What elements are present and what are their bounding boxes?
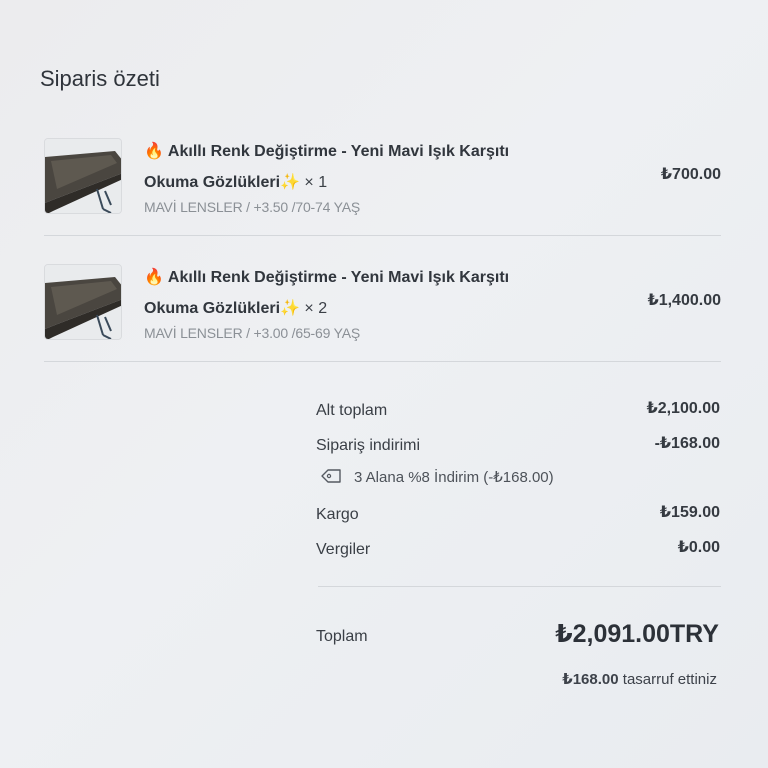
sparkle-icon: ✨ [280, 174, 300, 191]
fire-icon: 🔥 [144, 269, 164, 286]
taxes-label: Vergiler [316, 541, 371, 558]
order-discount-row: Sipariş indirimi -₺168.00 [316, 435, 720, 459]
shipping-label: Kargo [316, 506, 359, 523]
total-label: Toplam [316, 628, 368, 645]
order-summary-page: Siparis özeti 🔥 Akıllı Renk Değiştirme - … [0, 0, 768, 768]
order-summary-heading: Siparis özeti [40, 66, 160, 91]
line-item-price: ₺1,400.00 [647, 292, 721, 309]
line-item-quantity: × 1 [304, 174, 328, 191]
savings-amount: ₺168.00 [562, 671, 619, 688]
line-item-details: 🔥 Akıllı Renk Değiştirme - Yeni Mavi Işık… [144, 262, 574, 341]
line-item: 🔥 Akıllı Renk Değiştirme - Yeni Mavi Işık… [44, 132, 721, 228]
shipping-row: Kargo ₺159.00 [316, 504, 720, 528]
savings-text: tasarruf ettiniz [622, 671, 717, 688]
line-item-details: 🔥 Akıllı Renk Değiştirme - Yeni Mavi Işık… [144, 136, 574, 215]
line-item-title-line2: Okuma Gözlükleri [144, 174, 281, 191]
line-item-title-line2: Okuma Gözlükleri [144, 300, 281, 317]
tag-icon [320, 468, 342, 488]
shipping-value: ₺159.00 [659, 504, 720, 521]
reading-glasses-icon [44, 138, 122, 214]
fire-icon: 🔥 [144, 143, 164, 160]
order-discount-label: Sipariş indirimi [316, 437, 421, 454]
taxes-value: ₺0.00 [677, 539, 720, 556]
line-item-title-line1: Akıllı Renk Değiştirme - Yeni Mavi Işık … [167, 269, 510, 286]
reading-glasses-icon [44, 264, 122, 340]
total-value: ₺2,091.00TRY [555, 620, 719, 648]
divider [318, 586, 721, 587]
line-item-title-line1: Akıllı Renk Değiştirme - Yeni Mavi Işık … [167, 143, 510, 160]
savings-note: ₺168.00 tasarruf ettiniz [562, 670, 717, 688]
subtotal-value: ₺2,100.00 [646, 400, 720, 417]
subtotal-label: Alt toplam [316, 402, 388, 419]
order-discount-value: -₺168.00 [654, 435, 720, 452]
line-item: 🔥 Akıllı Renk Değiştirme - Yeni Mavi Işık… [44, 258, 721, 354]
line-item-price: ₺700.00 [660, 166, 721, 183]
sparkle-icon: ✨ [280, 300, 300, 317]
subtotal-row: Alt toplam ₺2,100.00 [316, 400, 720, 424]
divider [44, 235, 721, 236]
line-item-variant: MAVİ LENSLER / +3.50 /70-74 YAŞ [144, 199, 360, 215]
line-item-title: 🔥 Akıllı Renk Değiştirme - Yeni Mavi Işık… [144, 262, 574, 324]
line-item-title: 🔥 Akıllı Renk Değiştirme - Yeni Mavi Işık… [144, 136, 574, 198]
line-item-variant: MAVİ LENSLER / +3.00 /65-69 YAŞ [144, 325, 360, 341]
discount-detail: 3 Alana %8 İndirim (-₺168.00) [320, 468, 554, 488]
discount-detail-text: 3 Alana %8 İndirim (-₺168.00) [354, 469, 554, 486]
line-item-quantity: × 2 [304, 300, 328, 317]
taxes-row: Vergiler ₺0.00 [316, 539, 720, 563]
divider [44, 361, 721, 362]
